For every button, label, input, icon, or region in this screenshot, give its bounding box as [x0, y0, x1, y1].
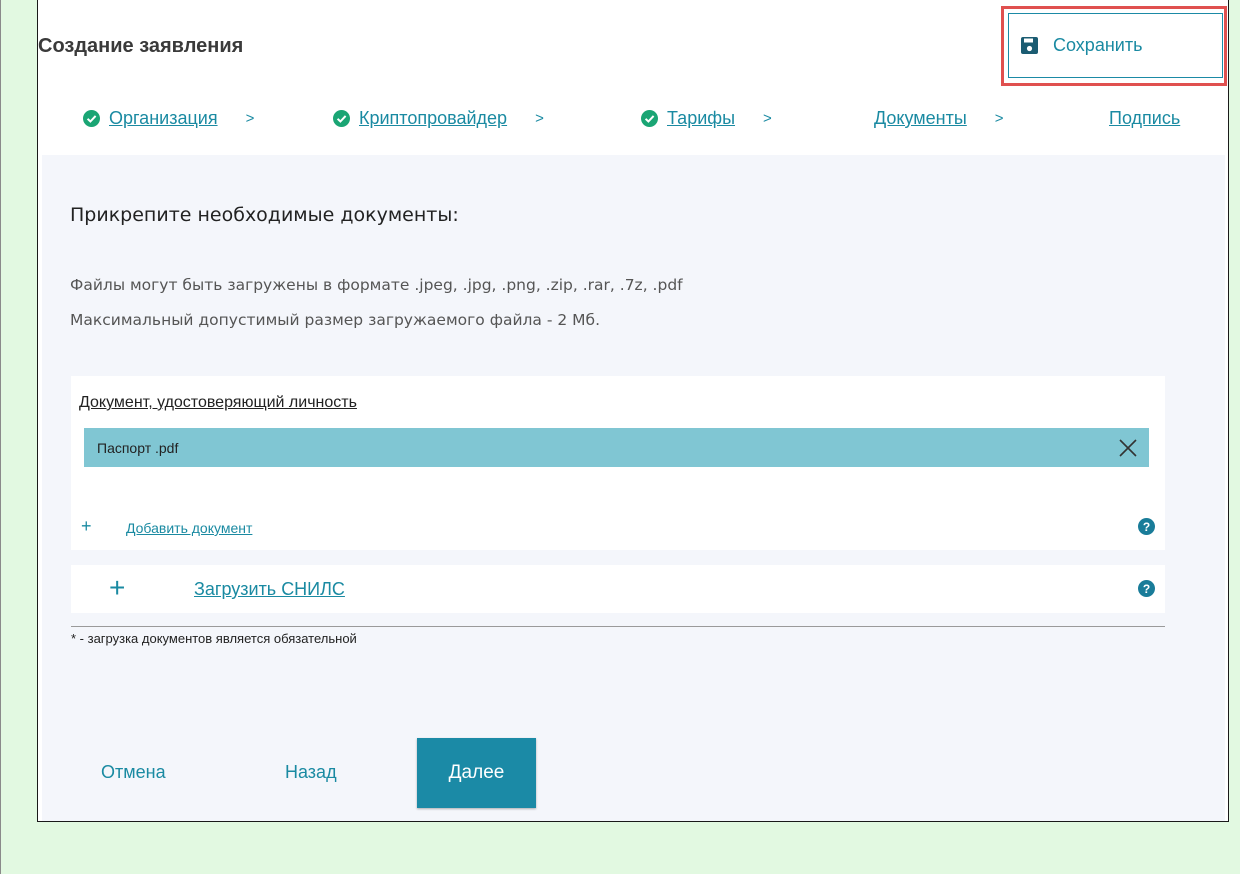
- step-separator: >: [994, 110, 1004, 127]
- step-label[interactable]: Организация: [109, 108, 218, 129]
- step-separator: >: [245, 110, 255, 127]
- help-icon[interactable]: ?: [1138, 518, 1155, 535]
- step-tariffs[interactable]: Тарифы >: [641, 108, 772, 129]
- close-icon[interactable]: [1117, 437, 1139, 459]
- step-label[interactable]: Подпись: [1109, 108, 1180, 129]
- upload-snils-link[interactable]: Загрузить СНИЛС: [194, 579, 345, 600]
- documents-section: Прикрепите необходимые документы: Файлы …: [42, 155, 1225, 821]
- save-button-label: Сохранить: [1053, 35, 1143, 55]
- divider: [71, 626, 1165, 627]
- step-signature[interactable]: Подпись: [1109, 108, 1180, 129]
- required-footnote: * - загрузка документов является обязате…: [71, 631, 357, 646]
- step-separator: >: [763, 110, 772, 127]
- cancel-button[interactable]: Отмена: [101, 762, 166, 783]
- step-organization[interactable]: Организация >: [83, 108, 254, 129]
- check-circle-icon: [333, 110, 350, 127]
- identity-document-title: Документ, удостоверяющий личность: [79, 394, 357, 411]
- step-label[interactable]: Тарифы: [667, 108, 735, 129]
- plus-icon[interactable]: +: [109, 574, 125, 602]
- check-circle-icon: [641, 110, 658, 127]
- back-button[interactable]: Назад: [285, 762, 337, 783]
- help-icon[interactable]: ?: [1138, 580, 1155, 597]
- formats-hint: Файлы могут быть загружены в формате .jp…: [70, 276, 683, 294]
- next-button[interactable]: Далее: [417, 738, 536, 808]
- check-circle-icon: [83, 110, 100, 127]
- page-title: Создание заявления: [38, 35, 244, 57]
- size-hint: Максимальный допустимый размер загружаем…: [70, 311, 601, 329]
- left-border-line: [0, 0, 1, 874]
- add-document-link[interactable]: Добавить документ: [126, 520, 252, 536]
- section-heading: Прикрепите необходимые документы:: [70, 204, 459, 226]
- step-label[interactable]: Криптопровайдер: [359, 108, 507, 129]
- step-documents[interactable]: Документы >: [874, 108, 1004, 129]
- step-label[interactable]: Документы: [874, 108, 967, 129]
- wizard-steps: Организация > Криптопровайдер > Тарифы >…: [38, 108, 1228, 138]
- step-crypto-provider[interactable]: Криптопровайдер >: [333, 108, 544, 129]
- floppy-disk-icon: [1021, 37, 1038, 54]
- identity-document-card: Документ, удостоверяющий личность Паспор…: [71, 376, 1165, 550]
- application-panel: Создание заявления Сохранить Организация…: [37, 0, 1229, 822]
- snils-card: + Загрузить СНИЛС ?: [71, 565, 1165, 613]
- attached-file-name: Паспорт .pdf: [97, 439, 179, 456]
- save-button[interactable]: Сохранить: [1008, 13, 1223, 78]
- step-separator: >: [535, 110, 544, 127]
- attached-file-row: Паспорт .pdf: [84, 428, 1149, 467]
- plus-icon[interactable]: +: [81, 516, 92, 537]
